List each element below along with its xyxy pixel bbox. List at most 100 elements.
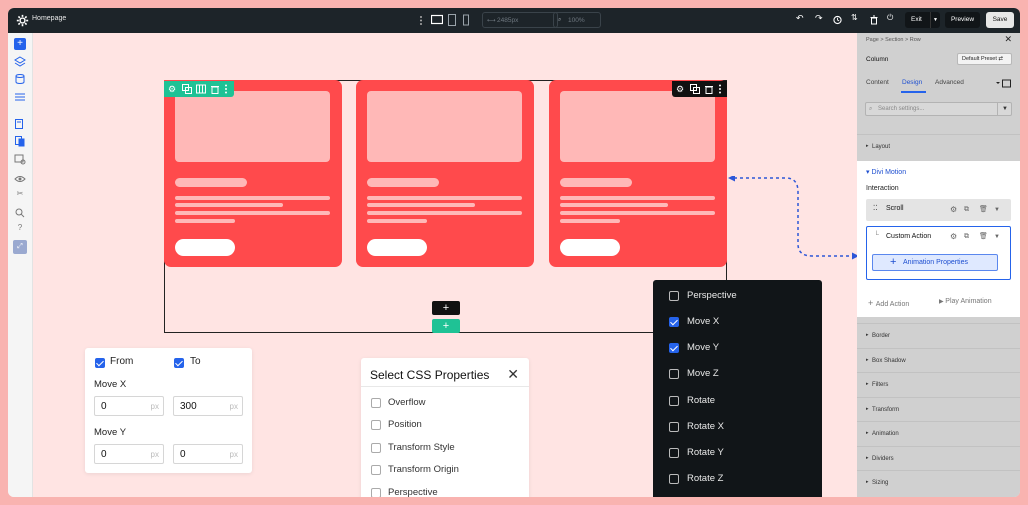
add-module-button[interactable]: +: [432, 301, 460, 315]
checkbox[interactable]: [371, 488, 381, 497]
tablet-view-icon[interactable]: [448, 14, 456, 26]
trash-icon[interactable]: [210, 84, 220, 94]
column-card[interactable]: [164, 80, 342, 267]
preview-button[interactable]: Preview: [945, 12, 980, 28]
more-vertical-icon[interactable]: [419, 15, 423, 26]
column-card[interactable]: [549, 80, 727, 267]
device-dropdown-icon[interactable]: [995, 79, 1011, 88]
exit-button[interactable]: Exit ▼: [905, 12, 940, 28]
section-layout[interactable]: Layout: [857, 134, 1020, 158]
checkbox[interactable]: [371, 420, 381, 430]
undo-icon[interactable]: ↶: [796, 13, 804, 27]
section-box-shadow[interactable]: Box Shadow: [857, 348, 1020, 372]
pages-icon[interactable]: [14, 118, 26, 130]
checkbox[interactable]: [669, 422, 679, 432]
section-sizing[interactable]: Sizing: [857, 470, 1020, 494]
close-icon[interactable]: ✕: [1004, 34, 1012, 45]
section-border[interactable]: Border: [857, 323, 1020, 347]
redo-icon[interactable]: ↷: [815, 13, 823, 27]
from-checkbox[interactable]: [95, 358, 105, 368]
button-placeholder[interactable]: [175, 239, 235, 256]
more-vertical-icon[interactable]: [718, 84, 722, 94]
preset-select[interactable]: Default Preset ⇄: [957, 53, 1012, 65]
animation-properties-button[interactable]: + Animation Properties: [872, 254, 998, 271]
section-dividers[interactable]: Dividers: [857, 446, 1020, 470]
trash-icon[interactable]: [704, 84, 714, 94]
filter-dropdown-icon[interactable]: ▼: [997, 103, 1011, 115]
duplicate-pages-icon[interactable]: [14, 135, 26, 147]
to-checkbox[interactable]: [174, 358, 184, 368]
checkbox[interactable]: [669, 396, 679, 406]
sliders-icon[interactable]: [14, 91, 26, 103]
more-vertical-icon[interactable]: [224, 84, 228, 94]
checkbox[interactable]: [669, 448, 679, 458]
settings-icon[interactable]: ⚙: [676, 84, 686, 94]
wireframe-icon[interactable]: ✂: [14, 189, 26, 201]
section-transform[interactable]: Transform: [857, 397, 1020, 421]
zoom-field[interactable]: ⌕ 100%: [553, 12, 601, 28]
move-x-from-input[interactable]: 0 px: [94, 396, 164, 416]
page-settings-icon[interactable]: [14, 153, 26, 165]
duplicate-icon[interactable]: ⧉: [964, 206, 972, 214]
add-row-button[interactable]: +: [432, 319, 460, 333]
move-y-to-input[interactable]: 0 px: [173, 444, 243, 464]
module-toolbar: ⚙: [672, 81, 727, 97]
trash-icon[interactable]: 🗑: [979, 206, 988, 214]
checkbox[interactable]: [371, 465, 381, 475]
duplicate-icon[interactable]: [182, 84, 192, 94]
move-x-to-input[interactable]: 300 px: [173, 396, 243, 416]
exit-dropdown-icon[interactable]: ▼: [930, 12, 940, 28]
add-action-button[interactable]: + Add Action: [868, 298, 909, 308]
button-placeholder[interactable]: [367, 239, 427, 256]
checkbox[interactable]: [669, 474, 679, 484]
trash-icon[interactable]: 🗑: [979, 233, 988, 241]
help-icon[interactable]: ?: [14, 223, 26, 235]
checkbox[interactable]: [371, 398, 381, 408]
history-icon[interactable]: [833, 13, 842, 27]
search-settings-input[interactable]: ⌕ Search settings... ▼: [865, 102, 1012, 116]
chevron-down-icon[interactable]: ▼: [994, 233, 1002, 241]
trash-icon[interactable]: [870, 13, 878, 27]
divi-motion-title[interactable]: ▾ Divi Motion: [866, 168, 906, 176]
power-icon[interactable]: ⏻: [887, 13, 893, 27]
button-placeholder[interactable]: [560, 239, 620, 256]
column-card[interactable]: [356, 80, 534, 267]
settings-icon[interactable]: ⚙: [950, 233, 958, 241]
chevron-down-icon[interactable]: ▼: [994, 206, 1002, 214]
scroll-interaction[interactable]: ⁚⁚ Scroll ⚙ ⧉ 🗑 ▼: [866, 199, 1011, 221]
close-icon[interactable]: ✕: [507, 366, 519, 383]
section-animation[interactable]: Animation: [857, 421, 1020, 445]
drag-handle-icon[interactable]: ⁚⁚: [873, 204, 877, 212]
desktop-view-icon[interactable]: [431, 14, 443, 26]
checkbox[interactable]: [371, 443, 381, 453]
custom-action-interaction[interactable]: └ Custom Action ⚙ ⧉ 🗑 ▼ + Animation Prop…: [866, 226, 1011, 280]
add-icon[interactable]: +: [14, 38, 26, 50]
move-y-from-input[interactable]: 0 px: [94, 444, 164, 464]
breadcrumb[interactable]: Page > Section > Row: [866, 37, 921, 43]
checkbox[interactable]: [669, 291, 679, 301]
save-button[interactable]: Save: [986, 12, 1014, 28]
tab-design[interactable]: Design: [902, 79, 922, 86]
settings-icon[interactable]: ⚙: [950, 206, 958, 214]
duplicate-icon[interactable]: ⧉: [964, 233, 972, 241]
settings-icon[interactable]: ⚙: [168, 84, 178, 94]
gear-icon[interactable]: [16, 14, 29, 27]
element-label: Column: [866, 56, 889, 63]
checkbox[interactable]: [669, 369, 679, 379]
sort-icon[interactable]: ⇅: [851, 13, 858, 27]
columns-icon[interactable]: [196, 84, 206, 94]
layers-icon[interactable]: [14, 56, 26, 68]
phone-view-icon[interactable]: [463, 14, 469, 26]
section-filters[interactable]: Filters: [857, 372, 1020, 396]
play-animation-button[interactable]: ▶ Play Animation: [939, 298, 992, 305]
eye-icon[interactable]: [14, 173, 26, 185]
width-field[interactable]: ⟷ 2485px: [482, 12, 558, 28]
duplicate-icon[interactable]: [690, 84, 700, 94]
tab-advanced[interactable]: Advanced: [935, 79, 964, 86]
tab-content[interactable]: Content: [866, 79, 889, 86]
checkbox[interactable]: [669, 343, 679, 353]
checkbox[interactable]: [669, 317, 679, 327]
database-icon[interactable]: [14, 73, 26, 85]
motion-icon[interactable]: ⤢: [13, 240, 27, 254]
search-icon[interactable]: [14, 207, 26, 219]
